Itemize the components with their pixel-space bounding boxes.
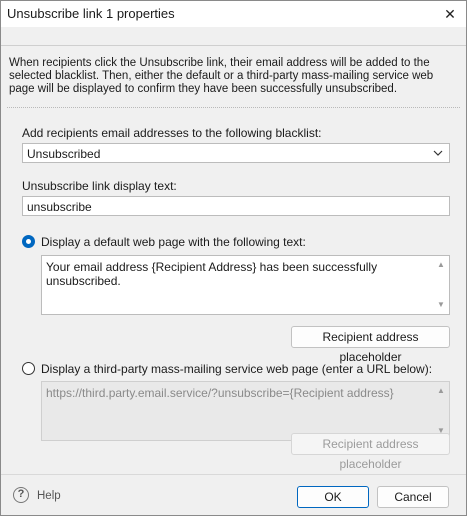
footer-separator	[1, 474, 466, 475]
third-party-url-text: https://third.party.email.service/?unsub…	[46, 386, 394, 400]
description-text: When recipients click the Unsubscribe li…	[9, 57, 434, 95]
radio-default-page-label: Display a default web page with the foll…	[41, 235, 306, 249]
dialog-title: Unsubscribe link 1 properties	[7, 6, 175, 21]
help-icon[interactable]: ?	[13, 487, 29, 503]
radio-third-party[interactable]	[22, 362, 35, 375]
blacklist-label: Add recipients email addresses to the fo…	[22, 126, 322, 140]
radio-default-page[interactable]	[22, 235, 35, 248]
default-page-text: Your email address {Recipient Address} h…	[46, 260, 378, 288]
dialog-window: Unsubscribe link 1 properties ✕ When rec…	[0, 0, 467, 516]
chevron-down-icon	[432, 145, 444, 164]
header-separator	[1, 45, 466, 46]
display-text-input[interactable]: unsubscribe	[22, 196, 450, 216]
title-bar: Unsubscribe link 1 properties ✕	[1, 1, 466, 27]
display-text-value: unsubscribe	[27, 200, 92, 214]
scrollbar[interactable]: ▲ ▼	[433, 256, 449, 314]
scroll-up-icon[interactable]: ▲	[433, 258, 449, 272]
blacklist-selected-value: Unsubscribed	[27, 147, 101, 161]
default-page-textarea[interactable]: Your email address {Recipient Address} h…	[41, 255, 450, 315]
cancel-button[interactable]: Cancel	[377, 486, 449, 508]
help-label[interactable]: Help	[37, 490, 61, 502]
blacklist-select[interactable]: Unsubscribed	[22, 143, 450, 163]
ok-button[interactable]: OK	[297, 486, 369, 508]
scroll-down-icon[interactable]: ▼	[433, 298, 449, 312]
dotted-separator	[7, 107, 460, 108]
radio-third-party-label: Display a third-party mass-mailing servi…	[41, 362, 433, 376]
scrollbar[interactable]: ▲ ▼	[433, 382, 449, 440]
close-icon[interactable]: ✕	[440, 5, 460, 23]
scroll-up-icon[interactable]: ▲	[433, 384, 449, 398]
recipient-placeholder-button-disabled[interactable]: Recipient address placeholder	[291, 433, 450, 471]
display-text-label: Unsubscribe link display text:	[22, 179, 177, 193]
recipient-placeholder-button[interactable]: Recipient address placeholder	[291, 326, 450, 364]
third-party-url-textarea[interactable]: https://third.party.email.service/?unsub…	[41, 381, 450, 441]
